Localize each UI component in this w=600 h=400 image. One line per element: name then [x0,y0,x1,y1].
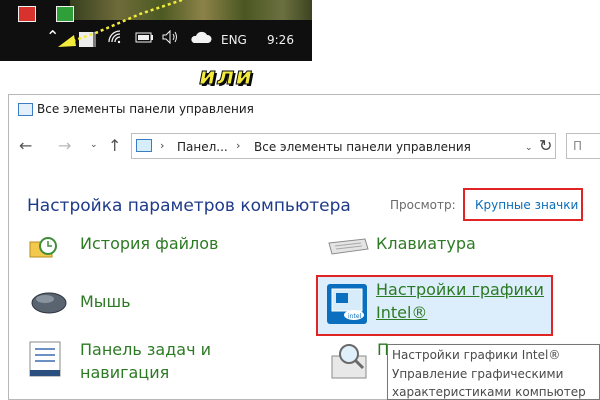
item-taskbar-line2: навигация [80,363,170,382]
address-dropdown-chevron-icon[interactable]: ⌄ [525,143,533,153]
address-control-panel-icon [136,139,152,152]
tooltip-description-cont: характеристиками компьютер [392,385,586,399]
back-arrow-icon[interactable]: ← [19,136,32,155]
item-intel-line1: Настройки графики [376,280,544,299]
taskbar-navigation-icon[interactable] [28,340,62,380]
item-intel-line2: Intel® [376,303,428,322]
svg-text:intel: intel [348,313,362,320]
mouse-icon[interactable] [30,289,68,315]
item-mouse[interactable]: Мышь [80,290,131,313]
file-history-icon[interactable] [28,236,58,258]
item-keyboard[interactable]: Клавиатура [376,232,476,255]
breadcrumb-separator-icon[interactable]: › [236,139,240,152]
forward-arrow-icon[interactable]: → [58,136,71,155]
search-input[interactable] [566,133,600,159]
breadcrumb-all-items[interactable]: Все элементы панели управления [254,140,471,154]
item-taskbar-line1: Панель задач и [80,340,211,359]
item-file-history[interactable]: История файлов [80,232,218,255]
tooltip-description: Управление графическими [392,367,564,381]
up-arrow-icon[interactable]: ↑ [108,136,121,155]
keyboard-icon[interactable] [327,237,369,255]
breadcrumb-separator-icon[interactable]: › [160,139,164,152]
item-taskbar-navigation[interactable]: Панель задач и навигация [80,338,260,384]
yellow-arrow-annotation [58,0,183,47]
item-intel-graphics[interactable]: Настройки графики Intel® [376,278,544,324]
page-title: Настройка параметров компьютера [27,196,351,216]
recent-locations-chevron-icon[interactable]: ⌄ [90,140,98,150]
refresh-icon[interactable]: ↻ [539,136,552,155]
tooltip-title: Настройки графики Intel® [392,348,561,362]
control-panel-icon [18,103,33,116]
breadcrumb-panel[interactable]: Панел... [177,140,228,154]
or-annotation-label: или [198,62,254,91]
search-placeholder: П [573,139,583,153]
view-label: Просмотр: [390,198,456,212]
troubleshooting-icon[interactable] [329,342,375,382]
taskbar-screenshot: ⌃ ENG 9:26 [0,0,312,61]
window-title: Все элементы панели управления [37,102,254,116]
view-mode-dropdown[interactable]: Крупные значки [475,198,578,212]
intel-graphics-icon[interactable]: intel [326,283,368,325]
